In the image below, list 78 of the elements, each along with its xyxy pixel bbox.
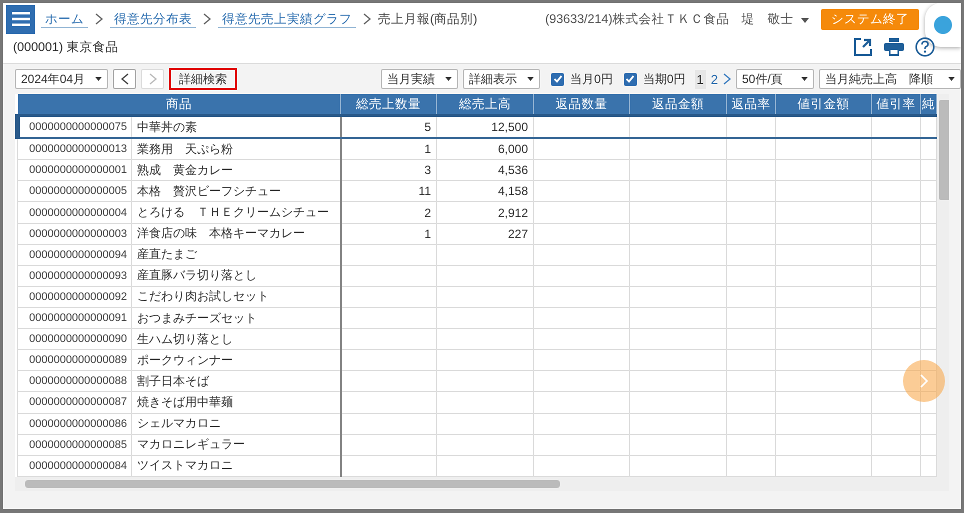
table-cell: 0000000000000091 xyxy=(18,308,132,329)
chevron-right-icon xyxy=(148,73,157,85)
column-header[interactable]: 値引金額 xyxy=(776,94,872,116)
chevron-icon xyxy=(363,13,371,25)
chevron-icon xyxy=(203,13,211,25)
sort-select[interactable]: 当月純売上高 降順 xyxy=(819,69,961,89)
avatar[interactable] xyxy=(925,3,961,47)
table-cell: 0000000000000013 xyxy=(18,138,132,160)
table-cell: 0000000000000088 xyxy=(18,370,132,392)
table-cell: 0000000000000090 xyxy=(18,328,132,350)
help-icon[interactable] xyxy=(915,37,935,57)
column-header[interactable]: 返品金額 xyxy=(630,94,726,116)
caret-icon xyxy=(948,77,955,81)
previous-button[interactable] xyxy=(113,69,136,89)
table-cell: 0000000000000005 xyxy=(18,180,132,202)
table-cell: 227 xyxy=(436,223,534,244)
caret-icon xyxy=(95,77,102,81)
table-cell: 2 xyxy=(340,202,436,224)
column-header[interactable]: 返品数量 xyxy=(534,94,630,116)
horizontal-scrollbar[interactable] xyxy=(15,477,949,491)
breadcrumb-link[interactable]: 得意先売上実績グラフ xyxy=(218,10,356,28)
column-header[interactable]: 純 xyxy=(920,94,936,116)
checkbox-label: 当月0円 xyxy=(570,70,613,88)
mode-select[interactable]: 当月実績 xyxy=(381,69,458,89)
checkbox-label: 当期0円 xyxy=(642,70,686,88)
external-link-icon[interactable] xyxy=(853,37,873,57)
caret-icon xyxy=(801,77,808,81)
chevron-icon xyxy=(95,13,103,25)
page-title: 売上月報(商品別) xyxy=(378,10,478,28)
table-cell: 12,500 xyxy=(436,116,534,138)
caret-icon xyxy=(801,18,809,22)
table-cell: 0000000000000001 xyxy=(18,160,132,181)
table-cell: 4,536 xyxy=(436,160,534,181)
table-cell: 0000000000000085 xyxy=(18,434,132,456)
table-cell: 0000000000000075 xyxy=(18,116,132,138)
month-select[interactable]: 2024年04月 xyxy=(15,69,108,89)
table-cell: 4,158 xyxy=(436,180,534,202)
chevron-right-icon xyxy=(919,373,929,389)
caret-icon xyxy=(445,77,452,81)
table-cell: 0000000000000087 xyxy=(18,392,132,414)
table-cell: 0000000000000003 xyxy=(18,223,132,244)
page-link[interactable]: 2 xyxy=(708,70,720,88)
caret-icon xyxy=(527,77,534,81)
display-select[interactable]: 詳細表示 xyxy=(463,69,540,89)
checkbox[interactable] xyxy=(551,72,564,86)
table-cell: 11 xyxy=(340,180,436,202)
column-header[interactable]: 返品率 xyxy=(726,94,776,116)
column-header[interactable]: 総売上数量 xyxy=(340,94,436,116)
search-button[interactable]: 詳細検索 xyxy=(169,68,238,90)
breadcrumb-link[interactable]: 得意先分布表 xyxy=(110,10,196,28)
table-cell: 5 xyxy=(340,116,436,138)
vertical-scrollbar[interactable] xyxy=(937,94,949,477)
table-cell: 0000000000000086 xyxy=(18,413,132,434)
table-cell: 0000000000000004 xyxy=(18,202,132,224)
page-link[interactable]: 1 xyxy=(694,70,706,88)
table-cell: 6,000 xyxy=(436,138,534,160)
table-cell: 0000000000000094 xyxy=(18,244,132,266)
table-cell: 3 xyxy=(340,160,436,181)
table-cell: 0000000000000092 xyxy=(18,286,132,308)
menu-icon xyxy=(12,12,30,26)
column-header[interactable]: 商品 xyxy=(18,94,340,116)
column-header[interactable]: 値引率 xyxy=(872,94,920,116)
table-cell: 0000000000000093 xyxy=(18,265,132,286)
table-cell: 0000000000000089 xyxy=(18,350,132,371)
column-header[interactable]: 総売上高 xyxy=(436,94,534,116)
customer-name: (000001) 東京食品 xyxy=(13,38,119,56)
company-name: (93633/214)株式会社ＴＫＣ食品 xyxy=(545,10,730,28)
checkbox[interactable] xyxy=(624,72,637,86)
menu-button[interactable] xyxy=(6,4,35,34)
table-cell: 2,912 xyxy=(436,202,534,224)
page-size-select[interactable]: 50件/頁 xyxy=(736,69,814,89)
breadcrumb-link[interactable]: ホーム xyxy=(41,10,88,28)
table-cell: 1 xyxy=(340,138,436,160)
next-page-icon[interactable] xyxy=(723,73,731,85)
table-cell: 1 xyxy=(340,223,436,244)
user-menu[interactable]: 堤 敬士 xyxy=(736,10,815,28)
chevron-left-icon xyxy=(120,73,129,85)
print-icon[interactable] xyxy=(884,38,904,56)
